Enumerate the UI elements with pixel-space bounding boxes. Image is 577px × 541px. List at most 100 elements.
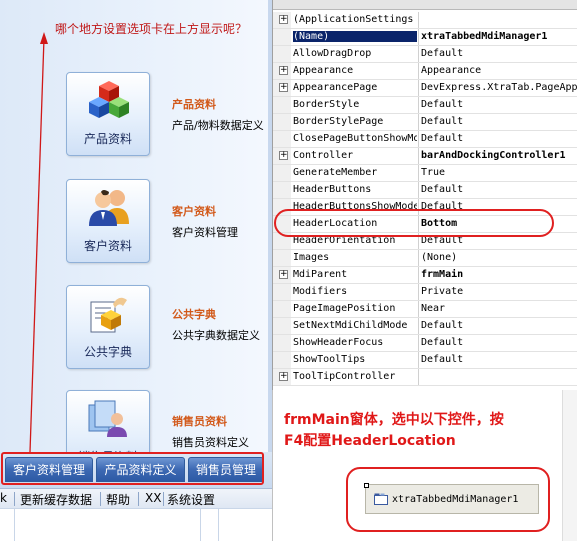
property-value[interactable]: Default: [421, 184, 577, 195]
property-row[interactable]: Images (None): [273, 250, 577, 267]
property-row[interactable]: Modifiers Private: [273, 284, 577, 301]
note-line: frmMain窗体，选中以下控件，按: [284, 412, 504, 428]
property-value[interactable]: Default: [421, 116, 577, 127]
property-name[interactable]: BorderStylePage: [293, 116, 417, 127]
property-value[interactable]: Default: [421, 99, 577, 110]
property-value[interactable]: Private: [421, 286, 577, 297]
property-name[interactable]: ToolTipController: [293, 371, 417, 382]
property-row[interactable]: AllowDragDrop Default: [273, 46, 577, 63]
property-row[interactable]: + (ApplicationSettings: [273, 12, 577, 29]
property-row[interactable]: + ToolTipController: [273, 369, 577, 386]
property-value[interactable]: frmMain: [421, 269, 577, 280]
expand-icon[interactable]: +: [279, 151, 288, 160]
property-grid[interactable]: + (ApplicationSettings (Name) xtraTabbedMdi…: [272, 0, 577, 390]
property-name[interactable]: Controller: [293, 150, 417, 161]
status-item[interactable]: k: [0, 491, 7, 505]
property-value[interactable]: (None): [421, 252, 577, 263]
header-location-highlight: [274, 209, 554, 237]
property-value[interactable]: Default: [421, 320, 577, 331]
column-separator: [418, 80, 419, 96]
property-name[interactable]: BorderStyle: [293, 99, 417, 110]
column-separator: [418, 335, 419, 351]
property-name[interactable]: Appearance: [293, 65, 417, 76]
property-name[interactable]: Modifiers: [293, 286, 417, 297]
property-name[interactable]: MdiParent: [293, 269, 417, 280]
status-separator: [163, 492, 164, 506]
property-name[interactable]: PageImagePosition: [293, 303, 417, 314]
property-row[interactable]: HeaderButtons Default: [273, 182, 577, 199]
property-row[interactable]: ShowHeaderFocus Default: [273, 335, 577, 352]
property-value[interactable]: xtraTabbedMdiManager1: [421, 31, 577, 42]
property-value[interactable]: Default: [421, 133, 577, 144]
property-name[interactable]: (Name): [293, 31, 417, 42]
property-row[interactable]: SetNextMdiChildMode Default: [273, 318, 577, 335]
column-separator: [418, 267, 419, 283]
property-row[interactable]: ShowToolTips Default: [273, 352, 577, 369]
property-row[interactable]: + AppearancePage DevExpress.XtraTab.PageAp…: [273, 80, 577, 97]
property-row[interactable]: + MdiParent frmMain: [273, 267, 577, 284]
row-gutter: [273, 318, 291, 334]
row-gutter: [273, 335, 291, 351]
property-value[interactable]: Appearance: [421, 65, 577, 76]
row-gutter: [273, 250, 291, 266]
app-main-panel: 哪个地方设置选项卡在上方显示呢？ 产品资料 产品资料 产品/物料数据定义 客户资…: [0, 0, 272, 488]
property-row[interactable]: + Appearance Appearance: [273, 63, 577, 80]
expand-icon[interactable]: +: [279, 83, 288, 92]
status-item-system-settings[interactable]: 系统设置: [167, 491, 215, 508]
divider: [272, 390, 273, 541]
scrollbar[interactable]: [562, 390, 577, 541]
property-value[interactable]: Default: [421, 337, 577, 348]
property-row[interactable]: BorderStyle Default: [273, 97, 577, 114]
expand-icon[interactable]: +: [279, 270, 288, 279]
property-name[interactable]: SetNextMdiChildMode: [293, 320, 417, 331]
divider: [14, 509, 15, 541]
property-grid-toolbar: [273, 0, 577, 10]
row-gutter: [273, 46, 291, 62]
property-name[interactable]: AllowDragDrop: [293, 48, 417, 59]
status-bar: k 更新缓存数据 帮助 XX 系统设置: [0, 488, 272, 508]
property-value[interactable]: Default: [421, 48, 577, 59]
column-separator: [418, 131, 419, 147]
note-line: F4配置HeaderLocation: [284, 433, 456, 449]
column-separator: [418, 301, 419, 317]
property-row[interactable]: ClosePageButtonShowMode Default: [273, 131, 577, 148]
row-gutter: [273, 284, 291, 300]
status-separator: [138, 492, 139, 506]
property-value[interactable]: Default: [421, 354, 577, 365]
status-item-xx[interactable]: XX: [145, 491, 161, 505]
expand-icon[interactable]: +: [279, 66, 288, 75]
property-value[interactable]: True: [421, 167, 577, 178]
component-tray-item[interactable]: xtraTabbedMdiManager1: [364, 483, 539, 514]
property-name[interactable]: (ApplicationSettings: [293, 14, 417, 25]
property-name[interactable]: AppearancePage: [293, 82, 417, 93]
property-name[interactable]: Images: [293, 252, 417, 263]
column-separator: [418, 369, 419, 385]
row-gutter: [273, 165, 291, 181]
property-row[interactable]: + Controller barAndDockingController1: [273, 148, 577, 165]
property-value[interactable]: Near: [421, 303, 577, 314]
column-separator: [418, 97, 419, 113]
property-row[interactable]: PageImagePosition Near: [273, 301, 577, 318]
status-item-refresh-cache[interactable]: 更新缓存数据: [20, 491, 92, 508]
expand-icon[interactable]: +: [279, 15, 288, 24]
property-name[interactable]: GenerateMember: [293, 167, 417, 178]
property-name[interactable]: ClosePageButtonShowMode: [293, 133, 417, 144]
status-item-help[interactable]: 帮助: [106, 491, 130, 508]
property-row[interactable]: BorderStylePage Default: [273, 114, 577, 131]
row-gutter: [273, 301, 291, 317]
property-name[interactable]: ShowToolTips: [293, 354, 417, 365]
property-row[interactable]: GenerateMember True: [273, 165, 577, 182]
component-label: xtraTabbedMdiManager1: [392, 494, 519, 505]
property-name[interactable]: HeaderButtons: [293, 184, 417, 195]
property-value[interactable]: barAndDockingController1: [421, 150, 577, 161]
divider: [218, 509, 219, 541]
designer-blank-area: [0, 508, 272, 541]
property-row[interactable]: (Name) xtraTabbedMdiManager1: [273, 29, 577, 46]
property-name[interactable]: ShowHeaderFocus: [293, 337, 417, 348]
tabbed-mdi-icon: [374, 493, 388, 505]
property-value[interactable]: DevExpress.XtraTab.PageAppearance: [421, 82, 577, 93]
column-separator: [418, 182, 419, 198]
column-separator: [418, 12, 419, 28]
expand-icon[interactable]: +: [279, 372, 288, 381]
column-separator: [418, 250, 419, 266]
